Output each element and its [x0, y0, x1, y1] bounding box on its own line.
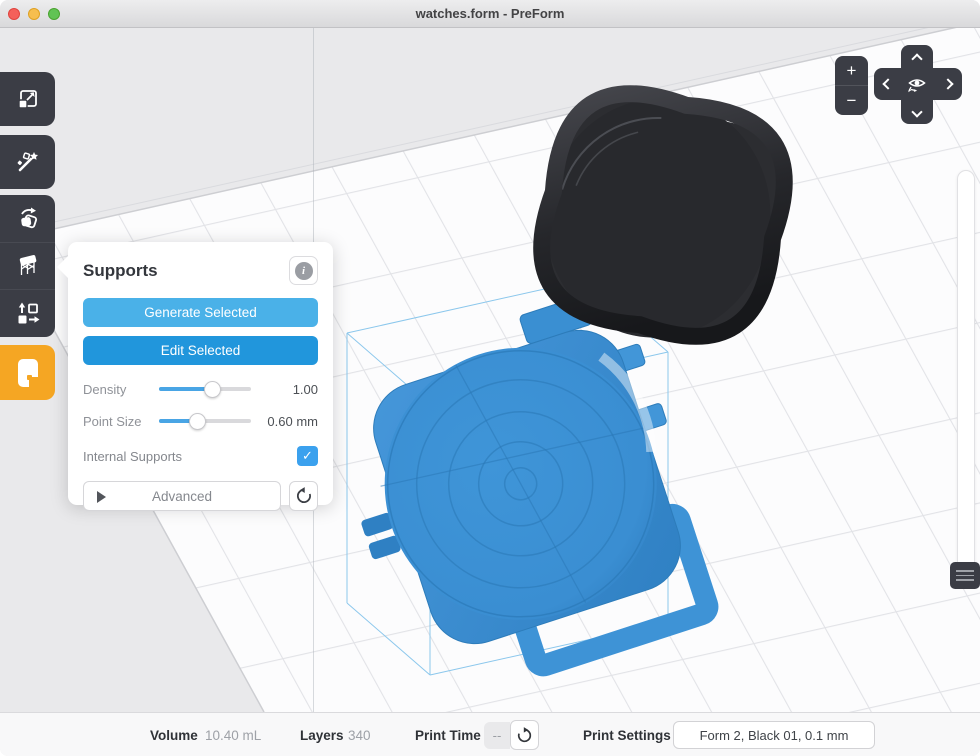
tool-layout-button[interactable]: [0, 289, 55, 337]
advanced-button[interactable]: Advanced: [83, 481, 281, 511]
zoom-in-button[interactable]: +: [835, 56, 868, 85]
volume-value: 10.40 mL: [205, 728, 261, 743]
panel-notch-arrow: [57, 256, 68, 278]
title-bar: watches.form - PreForm: [0, 0, 980, 28]
print-time-value: --: [484, 722, 510, 749]
point-size-label: Point Size: [83, 414, 159, 429]
density-value: 1.00: [259, 382, 318, 397]
print-time-label: Print Time: [415, 728, 481, 743]
internal-supports-label: Internal Supports: [83, 449, 182, 464]
point-size-slider[interactable]: [159, 419, 251, 423]
rotate-icon: [15, 205, 41, 231]
arrange-icon: [15, 301, 41, 327]
tool-supports-button[interactable]: [0, 242, 55, 290]
reset-view-button[interactable]: [907, 74, 927, 99]
panel-title: Supports: [83, 261, 158, 281]
density-slider[interactable]: [159, 387, 251, 391]
edit-selected-button[interactable]: Edit Selected: [83, 336, 318, 365]
scale-icon: [16, 87, 40, 111]
magic-wand-icon: [15, 149, 41, 175]
point-size-slider-row: Point Size 0.60 mm: [83, 406, 318, 436]
tool-orient-button[interactable]: [0, 195, 55, 242]
refresh-circular-arrow-icon: [516, 727, 533, 744]
print-settings-button[interactable]: Form 2, Black 01, 0.1 mm: [673, 721, 875, 749]
layers-value: 340: [348, 728, 371, 743]
tool-scale-button[interactable]: [0, 72, 55, 126]
layers-label: Layers: [300, 728, 344, 743]
orbit-view-eye-icon: [907, 74, 927, 94]
undo-circular-arrow-icon: [295, 487, 313, 505]
point-size-slider-thumb[interactable]: [189, 413, 206, 430]
cartridge-icon: [15, 357, 41, 389]
reset-supports-button[interactable]: [289, 481, 318, 511]
advanced-label: Advanced: [152, 489, 212, 504]
point-size-value: 0.60 mm: [259, 414, 318, 429]
refresh-print-time-button[interactable]: [510, 720, 539, 750]
density-slider-thumb[interactable]: [204, 381, 221, 398]
density-label: Density: [83, 382, 159, 397]
tool-group: [0, 195, 55, 337]
tool-one-click-print-button[interactable]: [0, 135, 55, 189]
generate-selected-button[interactable]: Generate Selected: [83, 298, 318, 327]
supports-icon: [15, 253, 41, 279]
app-window: watches.form - PreForm: [0, 0, 980, 756]
info-icon: i: [295, 262, 313, 280]
window-title: watches.form - PreForm: [0, 6, 980, 21]
status-bar: Volume 10.40 mL Layers 340 Print Time --…: [0, 712, 980, 756]
internal-supports-row: Internal Supports ✓: [83, 440, 318, 472]
layer-slider-track[interactable]: [957, 170, 975, 578]
supports-panel: Supports i Generate Selected Edit Select…: [68, 242, 333, 505]
internal-supports-checkbox[interactable]: ✓: [297, 446, 318, 466]
drag-handle-icon: [956, 570, 974, 572]
zoom-out-button[interactable]: −: [835, 85, 868, 115]
zoom-control: + −: [835, 56, 868, 115]
tool-print-button[interactable]: [0, 345, 55, 400]
layer-slider-handle[interactable]: [950, 562, 980, 589]
expand-triangle-icon: [97, 491, 106, 503]
volume-label: Volume: [150, 728, 198, 743]
print-settings-label: Print Settings: [583, 728, 671, 743]
density-slider-row: Density 1.00: [83, 374, 318, 404]
info-button[interactable]: i: [289, 256, 318, 285]
checkmark-icon: ✓: [302, 448, 313, 464]
